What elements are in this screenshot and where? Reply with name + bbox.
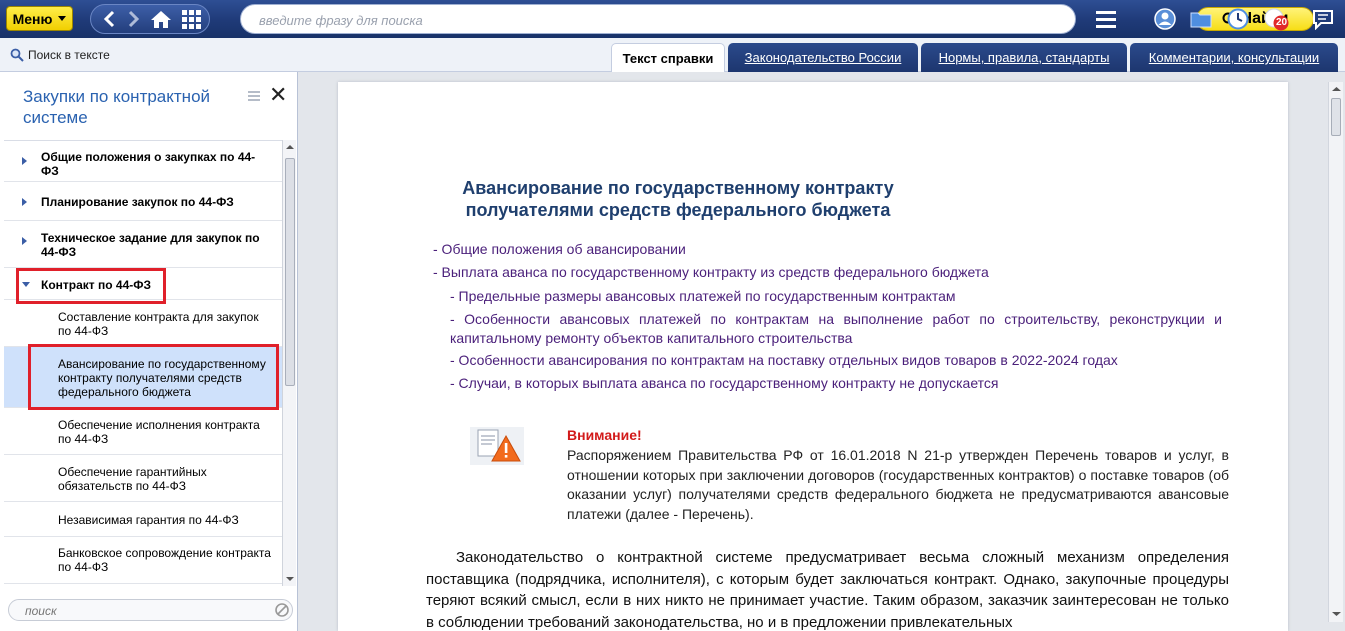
close-icon: ✕: [269, 82, 288, 107]
scrollbar-thumb[interactable]: [285, 158, 295, 386]
expand-arrow-icon: [22, 237, 27, 245]
grid-icon: [182, 10, 201, 29]
tree-item-label: Обеспечение гарантийных обязательств по …: [58, 465, 207, 493]
tree-item-planning[interactable]: Планирование закупок по 44-ФЗ: [4, 182, 282, 221]
tree-item-label: Планирование закупок по 44-ФЗ: [41, 195, 234, 209]
search-in-text-button[interactable]: Поиск в тексте: [10, 48, 110, 62]
tab-comments-consultations[interactable]: Комментарии, консультации: [1130, 43, 1338, 72]
panel-search-box: [8, 599, 293, 621]
tree-item-label: Составление контракта для закупок по 44-…: [58, 310, 259, 338]
document-page: Авансирование по государственному контра…: [338, 82, 1288, 631]
notifications-button[interactable]: 20: [1262, 7, 1292, 31]
apps-grid-button[interactable]: [177, 5, 205, 33]
menu-button[interactable]: Меню: [6, 6, 73, 31]
tree-item-tech-spec[interactable]: Техническое задание для закупок по 44-ФЗ: [4, 221, 282, 268]
scroll-up-icon: [1332, 87, 1341, 91]
highlight-frame: [28, 344, 279, 410]
tree-item-label: Обеспечение исполнения контракта по 44-Ф…: [58, 418, 260, 446]
expand-arrow-icon: [22, 157, 27, 165]
navigation-panel: Закупки по контрактной системе ✕ Общие п…: [0, 72, 298, 631]
home-button[interactable]: [147, 5, 175, 33]
menu-button-label: Меню: [12, 10, 53, 27]
folders-button[interactable]: [1189, 7, 1213, 31]
search-in-text-label: Поиск в тексте: [28, 48, 110, 62]
expand-arrow-icon: [22, 198, 27, 206]
clock-icon: [1227, 8, 1249, 30]
folder-icon: [1190, 12, 1212, 28]
tab-label: Нормы, правила, стандарты: [938, 50, 1110, 65]
document-scrollbar[interactable]: [1328, 82, 1343, 622]
scroll-down-icon: [286, 577, 294, 581]
warning-text: Распоряжением Правительства РФ от 16.01.…: [567, 447, 1229, 522]
warning-title: Внимание!: [567, 427, 642, 443]
chevron-right-icon: [128, 10, 140, 28]
user-profile-button[interactable]: [1153, 7, 1177, 31]
panel-options-button[interactable]: [248, 90, 260, 105]
chevron-left-icon: [103, 10, 115, 28]
subitem-contract-security[interactable]: Обеспечение исполнения контракта по 44-Ф…: [4, 408, 282, 455]
highlight-frame: [16, 268, 166, 304]
hamburger-icon: [1096, 11, 1116, 28]
navigation-group: [90, 4, 210, 34]
magnifier-icon: [10, 48, 24, 62]
tab-russian-legislation[interactable]: Законодательство России: [728, 43, 918, 72]
toc-link[interactable]: - Общие положения об авансировании: [433, 240, 1233, 259]
tree-item-general[interactable]: Общие положения о закупках по 44-ФЗ: [4, 141, 282, 182]
document-title: Авансирование по государственному контра…: [462, 178, 894, 220]
document-tabs-bar: Поиск в тексте Текст справки Законодател…: [0, 38, 1345, 72]
user-icon: [1154, 8, 1176, 30]
chevron-down-icon: [58, 16, 67, 21]
tab-reference-text[interactable]: Текст справки: [611, 43, 725, 72]
tree-item-label: Независимая гарантия по 44-ФЗ: [58, 513, 239, 527]
chat-icon: [1313, 10, 1333, 30]
forward-button[interactable]: [120, 5, 148, 33]
scroll-down-icon: [1332, 612, 1341, 616]
toc-link[interactable]: - Предельные размеры авансовых платежей …: [450, 287, 1230, 306]
main-search-input[interactable]: [257, 11, 937, 29]
hamburger-menu-button[interactable]: [1094, 7, 1118, 31]
feedback-button[interactable]: [1311, 7, 1335, 31]
toc-link[interactable]: - Выплата аванса по государственному кон…: [433, 263, 1233, 282]
subitem-independent-guarantee[interactable]: Независимая гарантия по 44-ФЗ: [4, 502, 282, 537]
back-button[interactable]: [95, 5, 123, 33]
clear-icon: [275, 603, 289, 617]
document-viewer: Авансирование по государственному контра…: [298, 72, 1345, 631]
toc-link[interactable]: - Особенности авансовых платежей по конт…: [450, 310, 1222, 348]
notification-count-badge: 20: [1276, 17, 1288, 28]
scrollbar-thumb[interactable]: [1331, 98, 1341, 136]
panel-title: Закупки по контрактной системе: [23, 87, 211, 127]
tab-label: Текст справки: [622, 50, 714, 66]
toc-link[interactable]: - Особенности авансирования по контракта…: [450, 351, 1230, 370]
find-button[interactable]: Найти: [1196, 7, 1314, 31]
list-icon: [248, 91, 260, 101]
close-panel-button[interactable]: ✕: [269, 84, 287, 106]
body-paragraph: Законодательство о контрактной системе п…: [426, 549, 1229, 631]
warning-document-icon: [468, 425, 524, 467]
panel-scrollbar[interactable]: [282, 140, 296, 586]
subitem-contract-drafting[interactable]: Составление контракта для закупок по 44-…: [4, 300, 282, 347]
tab-norms-standards[interactable]: Нормы, правила, стандарты: [921, 43, 1127, 72]
subitem-warranty-security[interactable]: Обеспечение гарантийных обязательств по …: [4, 455, 282, 502]
scroll-up-icon: [286, 145, 294, 149]
subitem-bank-support[interactable]: Банковское сопровождение контракта по 44…: [4, 537, 282, 584]
tree-item-label: Общие положения о закупках по 44-ФЗ: [41, 150, 256, 178]
topic-tree: Общие положения о закупках по 44-ФЗ План…: [4, 140, 282, 586]
toc-link[interactable]: - Случаи, в которых выплата аванса по го…: [450, 374, 1230, 393]
tree-item-label: Техническое задание для закупок по 44-ФЗ: [41, 231, 260, 259]
tab-label: Законодательство России: [744, 50, 902, 65]
top-toolbar: Меню Найти: [0, 0, 1345, 38]
panel-search-input[interactable]: [23, 603, 253, 618]
main-search-bar: Найти: [240, 4, 1314, 34]
tree-item-label: Банковское сопровождение контракта по 44…: [58, 546, 271, 574]
home-icon: [151, 11, 171, 28]
tab-label: Комментарии, консультации: [1148, 50, 1320, 65]
history-button[interactable]: [1226, 7, 1250, 31]
